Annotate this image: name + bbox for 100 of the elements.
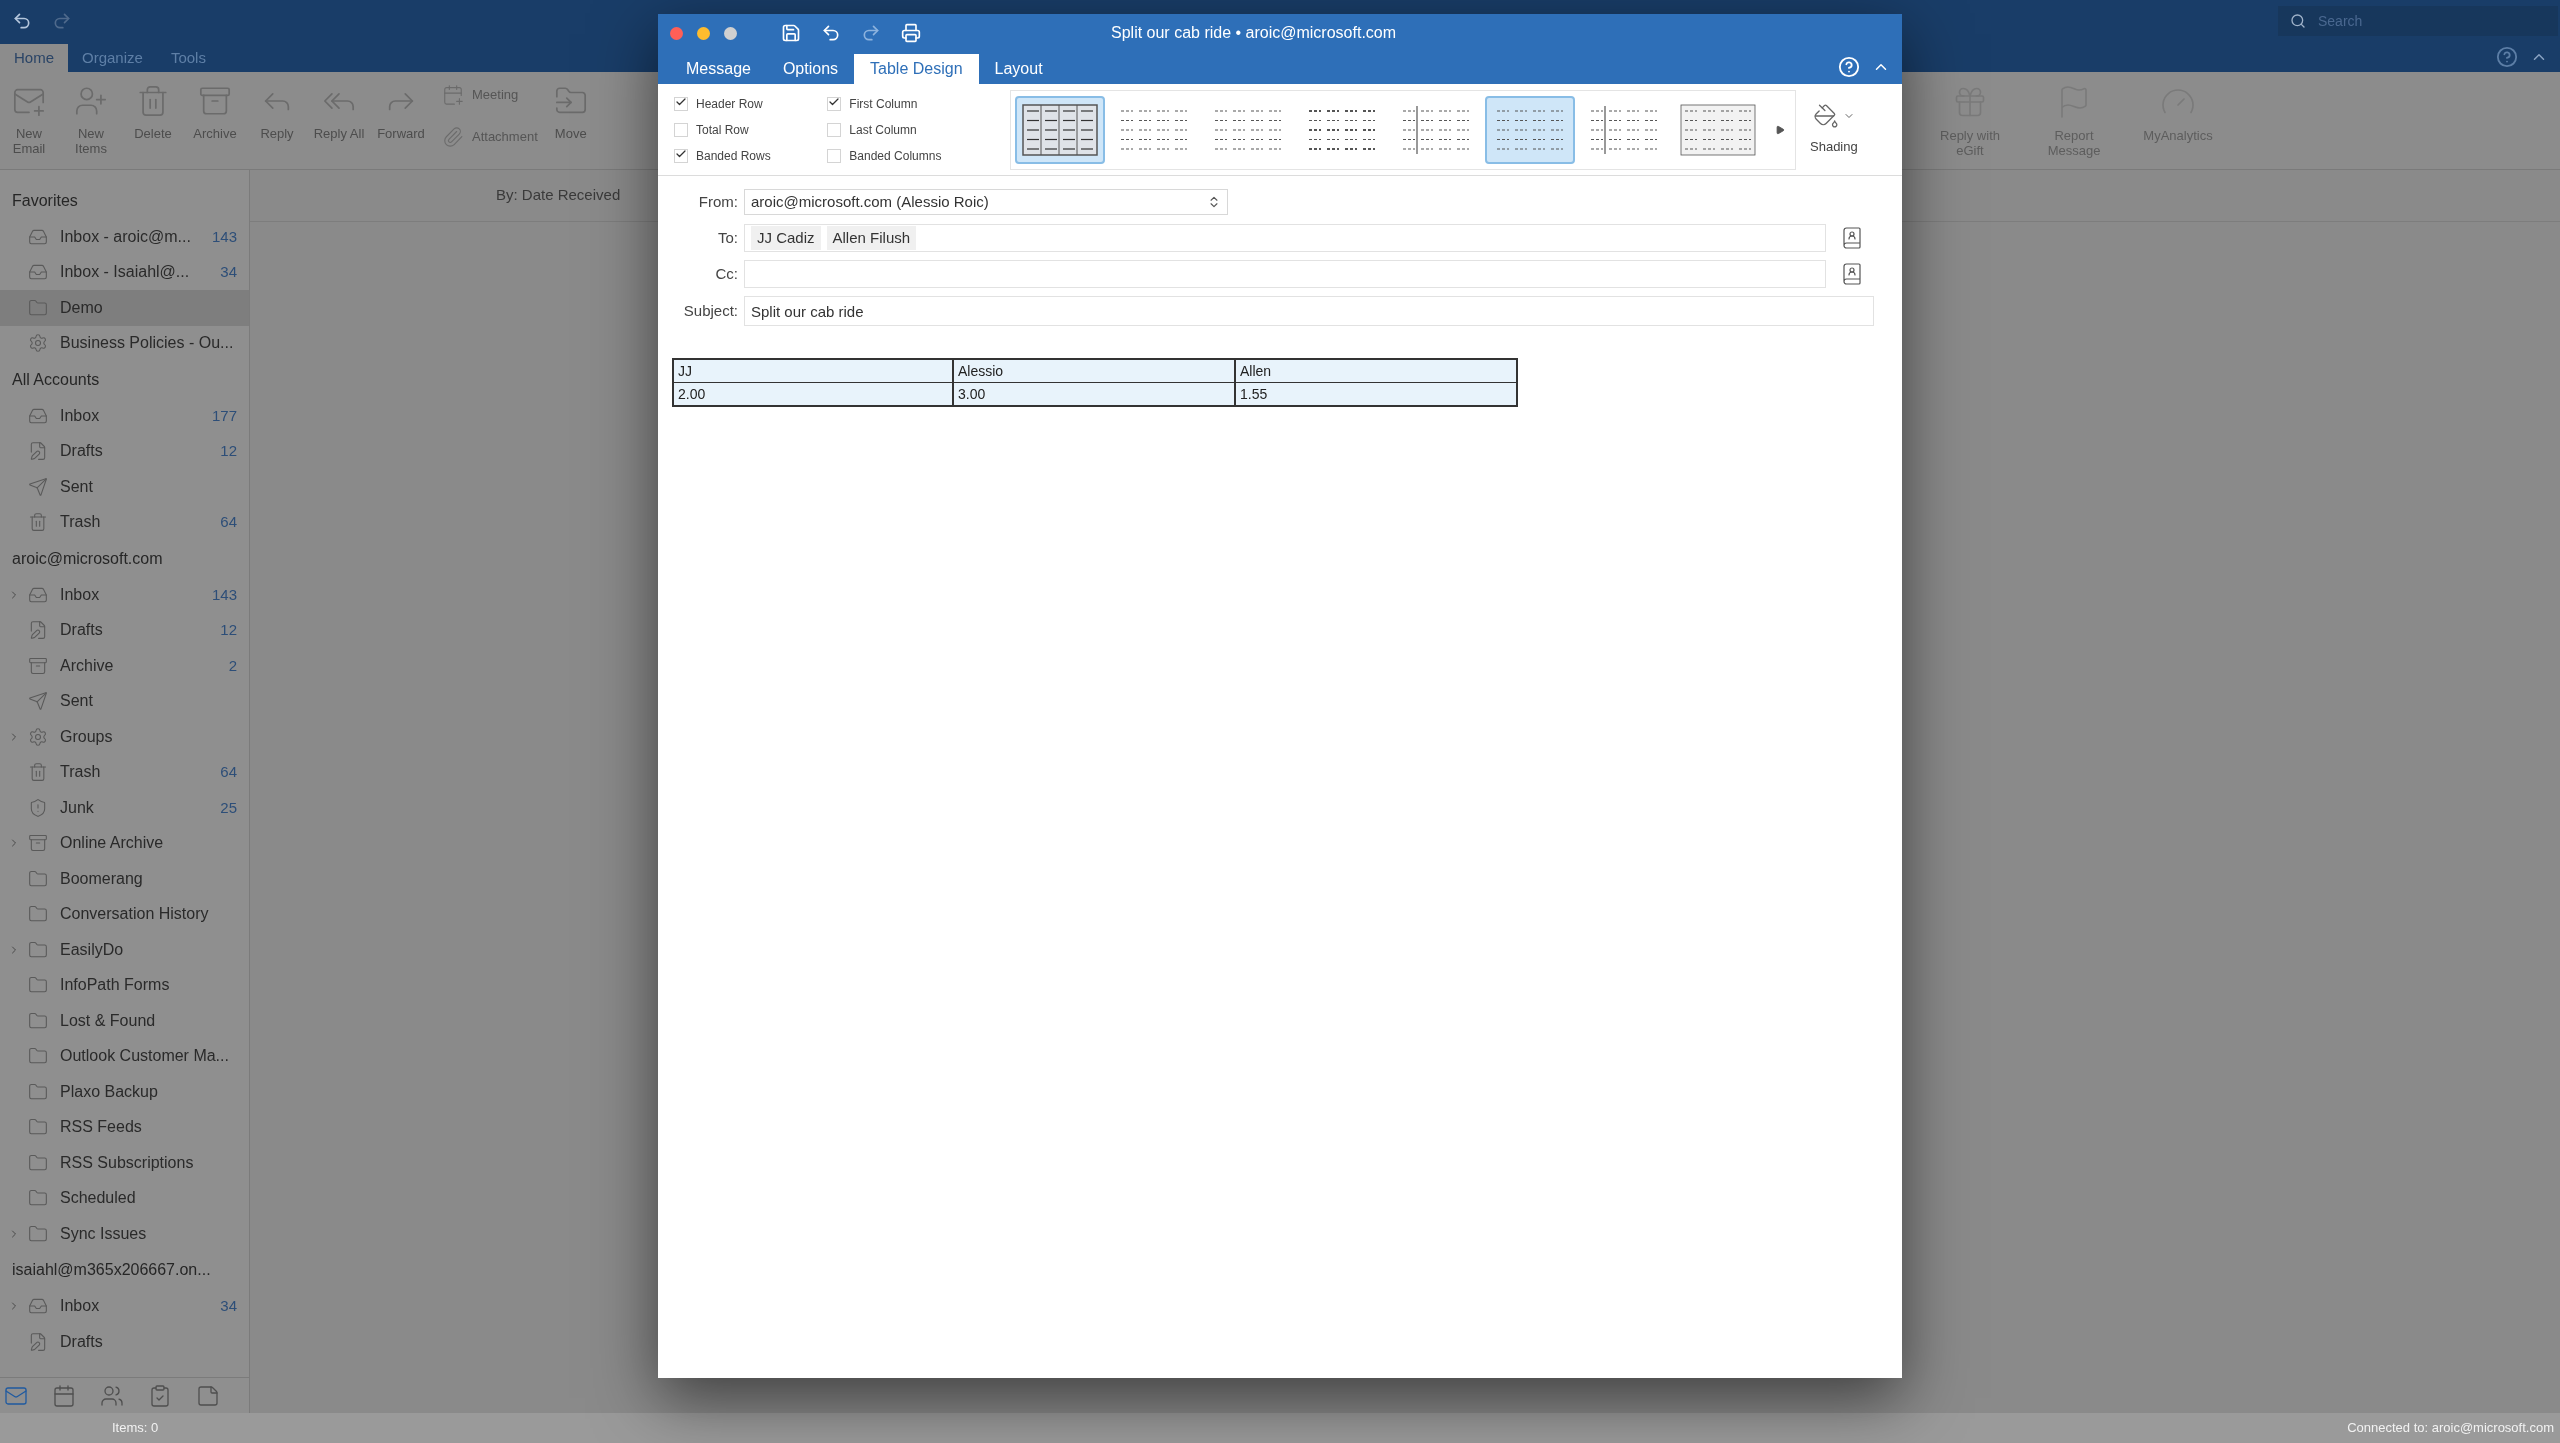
recipient-chip[interactable]: JJ Cadiz (751, 225, 821, 251)
folder-label: Inbox (60, 405, 100, 426)
folder-item[interactable]: Lost & Found (0, 1003, 249, 1039)
ribbon-button[interactable]: Reply (248, 80, 306, 156)
calendar-icon[interactable] (52, 1383, 76, 1408)
folder-item[interactable]: RSS Subscriptions (0, 1145, 249, 1181)
folder-item[interactable]: Junk 25 (0, 790, 249, 826)
people-icon[interactable] (100, 1383, 124, 1408)
checkbox[interactable] (827, 122, 842, 137)
checkbox[interactable] (674, 96, 688, 111)
folder-item[interactable]: Scheduled (0, 1180, 249, 1216)
folder-icon (28, 939, 48, 960)
table-style-swatch[interactable] (1485, 95, 1575, 164)
checkbox-label: Banded Rows (696, 147, 771, 165)
folder-item[interactable]: Business Policies - Ou... (0, 325, 249, 361)
folder-item[interactable]: Trash 64 (0, 754, 249, 790)
folder-item[interactable]: EasilyDo (0, 932, 249, 968)
folder-label: Boomerang (60, 868, 143, 889)
folder-icon (28, 1152, 48, 1173)
ribbon-button[interactable]: Forward (372, 80, 430, 156)
folder-label: Inbox - aroic@m... (60, 226, 191, 247)
ribbon-button[interactable]: Reply All (310, 80, 368, 156)
folder-item[interactable]: Inbox - aroic@m... 143 (0, 219, 249, 255)
folder-item[interactable]: Inbox 177 (0, 398, 249, 434)
folder-item[interactable]: Archive 2 (0, 648, 249, 684)
folder-item[interactable]: Inbox 34 (0, 1288, 249, 1324)
folder-item[interactable]: Drafts (0, 1324, 249, 1360)
table-header-cell: Alessio (953, 359, 1235, 383)
folder-item[interactable]: Sync Issues (0, 1216, 249, 1252)
close-button[interactable] (670, 26, 683, 40)
folder-item[interactable]: Drafts 12 (0, 433, 249, 469)
folder-item[interactable]: Drafts 12 (0, 612, 249, 648)
paint-bucket-icon (1812, 102, 1839, 129)
unread-count: 12 (220, 620, 237, 640)
folder-item[interactable]: Demo (0, 290, 249, 326)
address-book-icon[interactable] (1840, 262, 1864, 286)
gallery-more-icon[interactable] (1775, 124, 1785, 135)
table-style-swatch[interactable] (1015, 95, 1105, 164)
folder-item[interactable]: Trash 64 (0, 504, 249, 540)
checkbox[interactable] (827, 96, 842, 111)
undo-icon[interactable] (12, 11, 32, 31)
cc-label: Cc: (714, 263, 739, 284)
checkbox-label: First Column (849, 95, 918, 113)
folder-item[interactable]: Plaxo Backup (0, 1074, 249, 1110)
folder-item[interactable]: Conversation History (0, 896, 249, 932)
table-style-icon (1680, 103, 1756, 156)
checkbox[interactable] (827, 148, 842, 163)
archive-icon (28, 655, 48, 676)
checkbox[interactable] (674, 122, 688, 137)
ribbon-tab[interactable]: Tools (156, 44, 220, 72)
checkbox-label: Total Row (696, 121, 749, 139)
window-title: Split our cab ride • aroic@microsoft.com (1111, 23, 1397, 43)
cc-field[interactable] (744, 260, 1826, 288)
folder-icon (28, 1010, 48, 1031)
folder-item[interactable]: Groups (0, 719, 249, 755)
note-icon[interactable] (196, 1383, 220, 1408)
section-heading: Favorites (11, 190, 79, 211)
save-icon[interactable] (781, 23, 801, 43)
print-icon[interactable] (901, 23, 921, 43)
redo-icon[interactable] (52, 11, 72, 31)
ribbon-tab[interactable]: Organize (68, 44, 157, 72)
ribbon-button[interactable]: New Items (62, 80, 120, 156)
ribbon-button[interactable]: Move (541, 80, 600, 156)
ribbon-tab[interactable]: Message (670, 54, 767, 84)
unread-count: 64 (220, 762, 237, 782)
help-icon[interactable] (2496, 46, 2518, 68)
ribbon-tab[interactable]: Layout (978, 54, 1059, 84)
undo-icon[interactable] (821, 23, 841, 43)
minimize-button[interactable] (697, 26, 710, 40)
folder-item[interactable]: Sent (0, 683, 249, 719)
ribbon-button[interactable]: New Email (0, 80, 58, 156)
ribbon-tab[interactable]: Options (766, 54, 855, 84)
folder-item[interactable]: RSS Feeds (0, 1109, 249, 1145)
shading-button[interactable]: Shading (1810, 102, 1858, 157)
folder-label: EasilyDo (60, 939, 124, 960)
address-book-icon[interactable] (1840, 226, 1864, 250)
folder-label: Archive (60, 655, 114, 676)
ribbon-tab[interactable]: Table Design (854, 54, 979, 84)
folder-item[interactable]: InfoPath Forms (0, 967, 249, 1003)
ribbon-button[interactable]: Delete (124, 80, 182, 156)
checkbox[interactable] (674, 148, 688, 163)
folder-item[interactable]: Inbox - Isaiahl@... 34 (0, 254, 249, 290)
folder-item[interactable]: Inbox 143 (0, 577, 249, 613)
unread-count: 2 (228, 655, 237, 676)
ribbon-tab[interactable]: Home (0, 44, 68, 72)
redo-icon[interactable] (861, 23, 881, 43)
folder-item[interactable]: Boomerang (0, 861, 249, 897)
unread-count: 25 (220, 797, 237, 818)
folder-item[interactable]: Online Archive (0, 825, 249, 861)
to-field[interactable]: JJ Cadiz Allen Filush (744, 224, 1826, 252)
zoom-button[interactable] (724, 26, 737, 40)
table-header-cell: Allen (1235, 359, 1517, 383)
recipient-chip[interactable]: Allen Filush (826, 225, 917, 251)
sort-label[interactable]: By: Date Received (496, 184, 621, 207)
tasks-icon[interactable] (148, 1383, 172, 1408)
subject-field[interactable]: Split our cab ride (744, 296, 1874, 326)
folder-item[interactable]: Outlook Customer Ma... (0, 1038, 249, 1074)
ribbon-button[interactable]: Archive (186, 80, 244, 156)
folder-item[interactable]: Sent (0, 469, 249, 505)
from-dropdown[interactable]: aroic@microsoft.com (Alessio Roic) (744, 189, 1228, 215)
